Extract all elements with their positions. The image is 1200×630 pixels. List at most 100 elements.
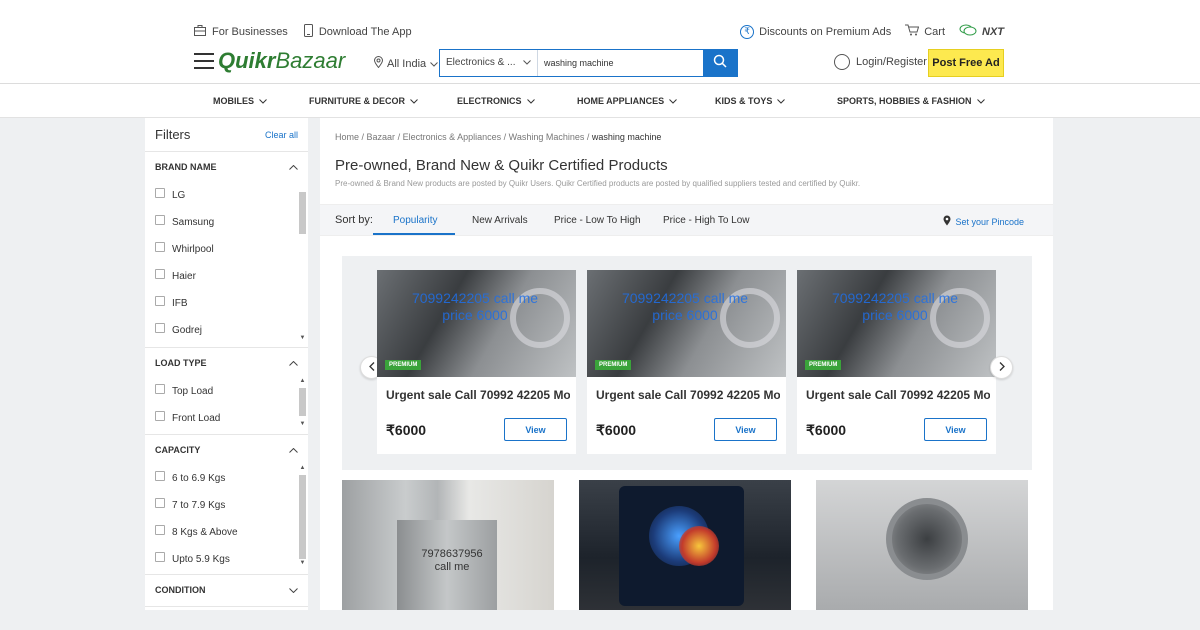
- option-label: Whirlpool: [172, 244, 214, 255]
- checkbox[interactable]: [155, 214, 165, 225]
- nav-furniture-decor[interactable]: FURNITURE & DECOR: [309, 96, 418, 106]
- brand-scrollbar[interactable]: ▼: [298, 182, 307, 344]
- checkbox[interactable]: [155, 551, 165, 562]
- checkbox[interactable]: [155, 268, 165, 279]
- premium-listing-card[interactable]: 7099242205 call me price 6000 PREMIUM Ur…: [377, 270, 576, 454]
- location-selector[interactable]: All India: [373, 56, 438, 71]
- nav-kids-toys[interactable]: KIDS & TOYS: [715, 96, 786, 106]
- listing-title[interactable]: Urgent sale Call 70992 42205 Mo...: [596, 388, 780, 402]
- login-register-link[interactable]: Login/Register: [834, 54, 927, 70]
- cart-link[interactable]: Cart: [905, 24, 945, 39]
- option-label: 6 to 6.9 Kgs: [172, 473, 226, 484]
- listing-thumbnail[interactable]: [816, 480, 1028, 610]
- scrollbar-thumb[interactable]: [299, 192, 306, 234]
- chevron-down-icon: [777, 96, 786, 106]
- listing-thumbnail[interactable]: 7978637956 call me: [342, 480, 554, 610]
- sort-popularity[interactable]: Popularity: [393, 215, 437, 226]
- checkbox[interactable]: [155, 470, 165, 481]
- filter-option-7-to-7-9[interactable]: 7 to 7.9 Kgs: [155, 492, 308, 519]
- filter-option-ifb[interactable]: IFB: [155, 290, 308, 317]
- cart-icon: [905, 24, 920, 39]
- filter-option-whirlpool[interactable]: Whirlpool: [155, 236, 308, 263]
- view-button[interactable]: View: [924, 418, 987, 441]
- scroll-up-icon[interactable]: ▲: [298, 378, 307, 387]
- breadcrumb-washing-machines[interactable]: Washing Machines: [509, 132, 585, 142]
- download-app-label: Download The App: [318, 26, 412, 38]
- filter-option-haier[interactable]: Haier: [155, 263, 308, 290]
- download-app-link[interactable]: Download The App: [303, 24, 412, 40]
- filter-section-header[interactable]: CAPACITY: [145, 435, 308, 465]
- listing-price: ₹6000: [806, 422, 847, 438]
- scrollbar-thumb[interactable]: [299, 388, 306, 416]
- quikrbazaar-logo[interactable]: QuikrBazaar: [218, 48, 345, 74]
- checkbox[interactable]: [155, 295, 165, 306]
- view-button[interactable]: View: [504, 418, 567, 441]
- listing-title[interactable]: Urgent sale Call 70992 42205 Mo...: [806, 388, 990, 402]
- filter-option-front-load[interactable]: Front Load: [155, 405, 308, 432]
- nav-sports-hobbies-fashion[interactable]: SPORTS, HOBBIES & FASHION: [837, 96, 985, 106]
- nxt-link[interactable]: NXT: [959, 24, 1004, 39]
- nav-mobiles[interactable]: MOBILES: [213, 96, 267, 106]
- clear-all-link[interactable]: Clear all: [265, 130, 298, 140]
- search-category-select[interactable]: Electronics & ...: [440, 50, 538, 76]
- filter-option-lg[interactable]: LG: [155, 182, 308, 209]
- nav-home-appliances[interactable]: HOME APPLIANCES: [577, 96, 678, 106]
- post-free-ad-button[interactable]: Post Free Ad: [928, 49, 1004, 77]
- filter-condition: CONDITION: [145, 575, 308, 607]
- chevron-left-icon: [368, 361, 375, 374]
- checkbox[interactable]: [155, 187, 165, 198]
- filter-option-6-to-6-9[interactable]: 6 to 6.9 Kgs: [155, 465, 308, 492]
- scroll-up-icon[interactable]: ▲: [298, 465, 307, 474]
- checkbox[interactable]: [155, 383, 165, 394]
- scroll-down-icon[interactable]: ▼: [298, 421, 307, 430]
- filter-section-title: CAPACITY: [155, 445, 201, 455]
- for-businesses-link[interactable]: For Businesses: [194, 24, 288, 40]
- search-input[interactable]: [538, 50, 703, 76]
- scroll-down-icon[interactable]: ▼: [298, 560, 307, 569]
- checkbox[interactable]: [155, 241, 165, 252]
- sort-new-arrivals[interactable]: New Arrivals: [472, 215, 528, 226]
- checkbox[interactable]: [155, 497, 165, 508]
- filter-section-header[interactable]: CONDITION: [145, 575, 308, 605]
- scrollbar-thumb[interactable]: [299, 475, 306, 559]
- filter-option-upto-5-9[interactable]: Upto 5.9 Kgs: [155, 546, 308, 573]
- logo-part-quikr: Quikr: [218, 48, 276, 73]
- option-label: Godrej: [172, 325, 203, 336]
- filter-option-godrej[interactable]: Godrej: [155, 317, 308, 344]
- premium-listing-card[interactable]: 7099242205 call me price 6000 PREMIUM Ur…: [587, 270, 786, 454]
- checkbox[interactable]: [155, 410, 165, 421]
- breadcrumb-electronics[interactable]: Electronics & Appliances: [403, 132, 502, 142]
- filter-capacity: CAPACITY 6 to 6.9 Kgs 7 to 7.9 Kgs 8 Kgs…: [145, 435, 308, 575]
- breadcrumb-bazaar[interactable]: Bazaar: [367, 132, 396, 142]
- nav-label: KIDS & TOYS: [715, 96, 773, 106]
- hamburger-menu-icon[interactable]: [194, 53, 214, 69]
- filter-section-header[interactable]: BRAND NAME: [145, 152, 308, 182]
- load-type-scrollbar[interactable]: ▲ ▼: [298, 378, 307, 434]
- option-label: Haier: [172, 271, 196, 282]
- filter-option-top-load[interactable]: Top Load: [155, 378, 308, 405]
- breadcrumb-current: washing machine: [591, 132, 662, 142]
- search-button[interactable]: [703, 50, 737, 76]
- breadcrumb-home[interactable]: Home: [335, 132, 359, 142]
- checkbox[interactable]: [155, 524, 165, 535]
- checkbox[interactable]: [155, 322, 165, 333]
- sort-price-low-high[interactable]: Price - Low To High: [554, 215, 641, 226]
- filter-section-title: CONDITION: [155, 585, 206, 595]
- carousel-next-button[interactable]: [990, 356, 1013, 379]
- listing-title[interactable]: Urgent sale Call 70992 42205 Mo...: [386, 388, 570, 402]
- scroll-down-icon[interactable]: ▼: [298, 335, 307, 344]
- filter-option-samsung[interactable]: Samsung: [155, 209, 308, 236]
- option-label: Samsung: [172, 217, 215, 228]
- chevron-down-icon: [523, 57, 531, 69]
- view-button[interactable]: View: [714, 418, 777, 441]
- capacity-scrollbar[interactable]: ▲ ▼: [298, 465, 307, 573]
- listing-thumbnail[interactable]: [579, 480, 791, 610]
- discounts-link[interactable]: ₹ Discounts on Premium Ads: [740, 24, 891, 39]
- premium-listing-card[interactable]: 7099242205 call me price 6000 PREMIUM Ur…: [797, 270, 996, 454]
- nav-electronics[interactable]: ELECTRONICS: [457, 96, 535, 106]
- filter-option-8-above[interactable]: 8 Kgs & Above: [155, 519, 308, 546]
- sort-price-high-low[interactable]: Price - High To Low: [663, 215, 750, 226]
- set-pincode-link[interactable]: Set your Pincode: [943, 215, 1024, 229]
- filter-section-header[interactable]: LOAD TYPE: [145, 348, 308, 378]
- chevron-down-icon: [526, 96, 535, 106]
